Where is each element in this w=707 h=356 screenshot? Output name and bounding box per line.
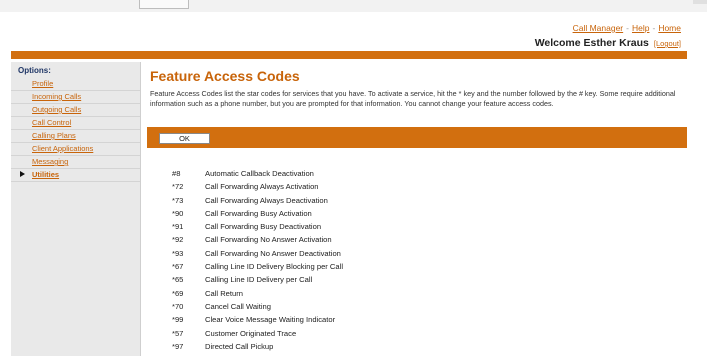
code-service: Call Return xyxy=(205,288,243,298)
code-value: *73 xyxy=(172,195,184,205)
sidebar-item-label[interactable]: Messaging xyxy=(32,157,68,166)
code-value: *90 xyxy=(172,208,184,218)
code-value: *92 xyxy=(172,235,184,245)
home-link[interactable]: Home xyxy=(658,23,681,33)
code-value: *69 xyxy=(172,288,184,298)
code-value: *99 xyxy=(172,315,184,325)
window-control[interactable] xyxy=(693,0,707,4)
code-value: *65 xyxy=(172,275,184,285)
sidebar-item-calling-plans[interactable]: Calling Plans xyxy=(11,130,140,143)
code-service: Call Forwarding Always Activation xyxy=(205,182,319,192)
sidebar-item-label[interactable]: Client Applications xyxy=(32,144,93,153)
code-value: *93 xyxy=(172,248,184,258)
sidebar-heading: Options: xyxy=(18,66,51,75)
code-value: *91 xyxy=(172,222,184,232)
sidebar-item-label[interactable]: Incoming Calls xyxy=(32,92,81,101)
sidebar-item-incoming-calls[interactable]: Incoming Calls xyxy=(11,91,140,104)
sidebar-item-profile[interactable]: Profile xyxy=(11,78,140,91)
ok-button[interactable]: OK xyxy=(159,133,210,144)
code-service: Cancel Call Waiting xyxy=(205,301,271,311)
sidebar-item-label[interactable]: Utilities xyxy=(32,170,59,179)
code-value: *67 xyxy=(172,262,184,272)
code-service: Call Forwarding Busy Activation xyxy=(205,208,312,218)
page-description: Feature Access Codes list the star codes… xyxy=(150,89,676,108)
top-links: Call Manager - Help - Home xyxy=(573,23,681,33)
call-manager-link[interactable]: Call Manager xyxy=(573,23,624,33)
welcome-text: Welcome Esther Kraus xyxy=(534,37,649,49)
code-value: *57 xyxy=(172,328,184,338)
code-value: #8 xyxy=(172,169,181,178)
code-service: Call Forwarding Busy Deactivation xyxy=(205,222,322,232)
current-arrow-icon xyxy=(20,171,25,177)
page-title: Feature Access Codes xyxy=(150,68,300,84)
sidebar-item-label[interactable]: Outgoing Calls xyxy=(32,105,81,114)
sidebar-item-label[interactable]: Call Control xyxy=(32,118,71,127)
options-sidebar: Options: Profile Incoming Calls Outgoing… xyxy=(11,62,141,356)
sidebar-item-label[interactable]: Profile xyxy=(32,79,53,88)
code-service: Call Forwarding Always Deactivation xyxy=(205,195,328,205)
code-service: Calling Line ID Delivery per Call xyxy=(205,275,313,285)
sidebar-item-utilities[interactable]: Utilities xyxy=(11,169,140,182)
welcome-area: Welcome Esther Kraus [Logout] xyxy=(535,37,681,49)
browser-tab[interactable] xyxy=(139,0,189,9)
header-divider-bar xyxy=(11,51,687,59)
code-service: Calling Line ID Delivery Blocking per Ca… xyxy=(205,262,344,272)
code-service: Call Forwarding No Answer Deactivation xyxy=(205,248,341,258)
code-service: Automatic Callback Deactivation xyxy=(205,169,314,178)
help-link[interactable]: Help xyxy=(632,23,649,33)
code-value: *72 xyxy=(172,182,184,192)
code-service: Call Forwarding No Answer Activation xyxy=(205,235,332,245)
code-service: Customer Originated Trace xyxy=(205,328,297,338)
link-separator: - xyxy=(652,23,656,33)
ok-button-bar: OK xyxy=(147,127,687,148)
link-separator: - xyxy=(626,23,629,33)
sidebar-item-call-control[interactable]: Call Control xyxy=(11,117,140,130)
code-service: Directed Call Pickup xyxy=(205,341,274,351)
sidebar-item-client-applications[interactable]: Client Applications xyxy=(11,143,140,156)
sidebar-item-messaging[interactable]: Messaging xyxy=(11,156,140,169)
sidebar-menu: Profile Incoming Calls Outgoing Calls Ca… xyxy=(11,78,140,182)
sidebar-item-label[interactable]: Calling Plans xyxy=(32,131,76,140)
code-value: *70 xyxy=(172,301,184,311)
sidebar-item-outgoing-calls[interactable]: Outgoing Calls xyxy=(11,104,140,117)
code-value: *97 xyxy=(172,341,184,351)
browser-top-strip xyxy=(0,0,707,12)
logout-link[interactable]: [Logout] xyxy=(654,39,681,48)
code-service: Clear Voice Message Waiting Indicator xyxy=(205,315,336,325)
